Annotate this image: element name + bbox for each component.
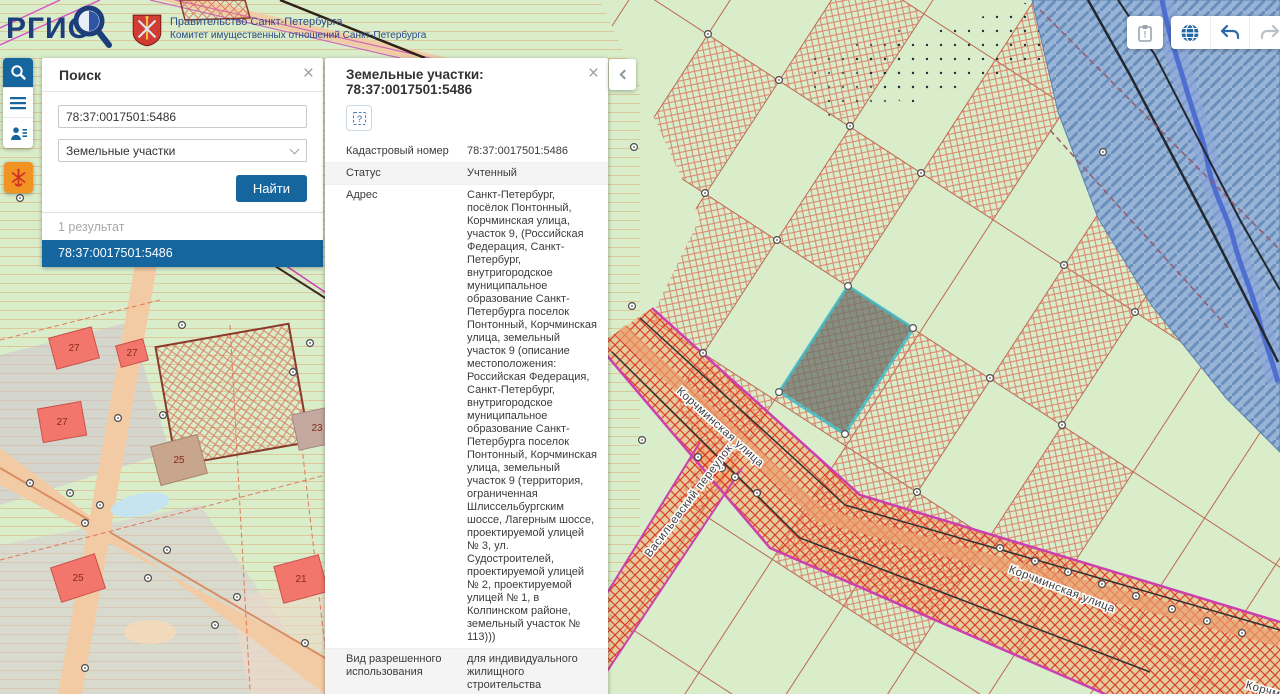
sidebar-layers-button[interactable] bbox=[3, 88, 33, 118]
redo-arrow-icon bbox=[1259, 23, 1280, 42]
details-panel-title: Земельные участки: 78:37:0017501:5486 × bbox=[325, 58, 608, 103]
close-icon[interactable]: × bbox=[588, 64, 599, 83]
svg-text:?: ? bbox=[356, 114, 361, 125]
report-button[interactable]: ! bbox=[1127, 16, 1163, 49]
building-number: 27 bbox=[68, 343, 80, 354]
gov-header-text: Правительство Санкт-Петербурга Комитет и… bbox=[170, 16, 426, 41]
parcel-details-panel: Земельные участки: 78:37:0017501:5486 × … bbox=[325, 58, 608, 694]
search-panel: Поиск × Земельные участки Найти 1 резуль… bbox=[42, 58, 323, 267]
table-row: Кадастровый номер 78:37:0017501:5486 bbox=[325, 141, 608, 162]
search-icon bbox=[10, 64, 27, 81]
building-number: 25 bbox=[72, 573, 84, 584]
search-category-select[interactable]: Земельные участки bbox=[58, 139, 307, 162]
table-row: Статус Учтенный bbox=[325, 162, 608, 184]
hamburger-menu-icon bbox=[10, 96, 26, 110]
chevron-down-icon bbox=[290, 145, 300, 155]
basemap-button[interactable] bbox=[1171, 16, 1211, 49]
chevron-left-icon bbox=[619, 70, 629, 80]
results-count: 1 результат bbox=[42, 212, 323, 240]
app-window: 27 27 27 25 23 25 21 17 bbox=[0, 0, 1280, 694]
close-icon[interactable]: × bbox=[303, 64, 314, 83]
selected-category: Земельные участки bbox=[66, 144, 175, 158]
spb-emblem-button[interactable] bbox=[4, 162, 33, 193]
attributes-table: Кадастровый номер 78:37:0017501:5486 Ста… bbox=[325, 141, 608, 694]
find-button[interactable]: Найти bbox=[236, 175, 307, 202]
question-square-icon: ? bbox=[352, 111, 367, 126]
gov-line-2: Комитет имущественных отношений Санкт-Пе… bbox=[170, 30, 426, 41]
map-nav-toolbar bbox=[1171, 16, 1280, 49]
search-panel-title: Поиск × bbox=[42, 58, 323, 92]
svg-text:!: ! bbox=[1144, 29, 1147, 39]
sidebar-search-button[interactable] bbox=[3, 58, 33, 88]
search-form: Земельные участки Найти bbox=[42, 92, 323, 212]
building-number: 21 bbox=[295, 574, 307, 585]
redo-button[interactable] bbox=[1250, 16, 1280, 49]
building-number: 27 bbox=[126, 348, 138, 359]
globe-icon bbox=[1180, 23, 1200, 43]
building-number: 23 bbox=[311, 423, 323, 434]
search-result-item[interactable]: 78:37:0017501:5486 bbox=[42, 240, 323, 267]
building-number: 25 bbox=[173, 455, 185, 466]
magnifier-logo-icon bbox=[70, 2, 114, 50]
collapse-panel-button[interactable] bbox=[609, 59, 636, 90]
table-row: Вид разрешенного использования для индив… bbox=[325, 648, 608, 694]
building-number: 27 bbox=[56, 417, 68, 428]
user-list-icon bbox=[10, 126, 27, 141]
spb-coat-of-arms bbox=[131, 12, 163, 48]
sidebar-cabinet-button[interactable] bbox=[3, 118, 33, 148]
spb-anchors-icon bbox=[10, 168, 27, 187]
clipboard-icon: ! bbox=[1136, 23, 1154, 43]
table-row: Адрес Санкт-Петербург, посёлок Понтонный… bbox=[325, 184, 608, 648]
search-input[interactable] bbox=[58, 105, 307, 128]
identify-geometry-button[interactable]: ? bbox=[346, 105, 372, 131]
undo-button[interactable] bbox=[1211, 16, 1251, 49]
sidebar bbox=[3, 58, 33, 148]
gov-line-1: Правительство Санкт-Петербурга bbox=[170, 16, 426, 28]
undo-arrow-icon bbox=[1219, 23, 1241, 42]
